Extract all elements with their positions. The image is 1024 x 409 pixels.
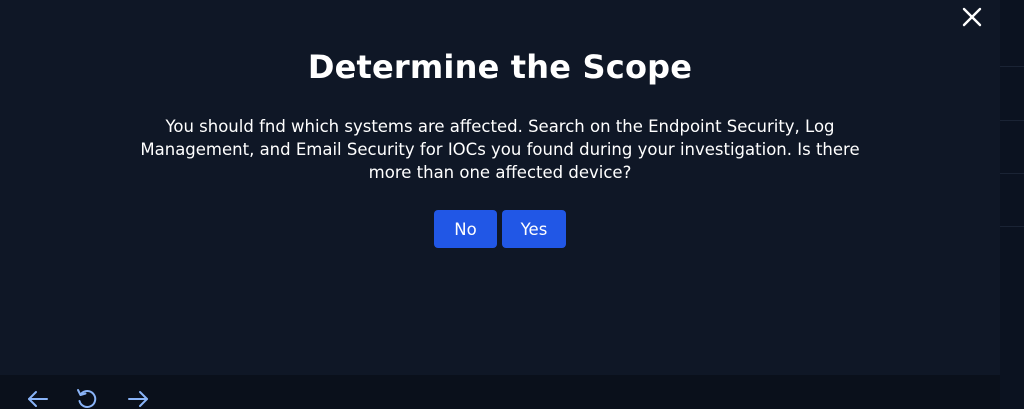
answer-buttons: No Yes	[0, 210, 1000, 248]
divider	[1000, 66, 1024, 67]
no-button[interactable]: No	[434, 210, 497, 248]
forward-button[interactable]	[126, 388, 150, 409]
bottom-navigation-bar	[0, 375, 1000, 409]
close-icon	[962, 7, 982, 27]
divider	[1000, 173, 1024, 174]
scope-dialog: Determine the Scope You should fnd which…	[0, 0, 1000, 375]
refresh-icon	[77, 389, 97, 408]
divider	[1000, 226, 1024, 227]
close-button[interactable]	[958, 3, 986, 31]
dialog-message: You should fnd which systems are affecte…	[140, 117, 860, 182]
back-button[interactable]	[26, 388, 50, 409]
page: Determine the Scope You should fnd which…	[0, 0, 1024, 409]
dialog-title: Determine the Scope	[307, 48, 693, 86]
arrow-left-icon	[28, 391, 48, 407]
yes-button[interactable]: Yes	[502, 210, 566, 248]
arrow-right-icon	[128, 391, 148, 407]
restart-button[interactable]	[75, 388, 99, 409]
right-edge-panel	[1000, 0, 1024, 409]
divider	[1000, 120, 1024, 121]
